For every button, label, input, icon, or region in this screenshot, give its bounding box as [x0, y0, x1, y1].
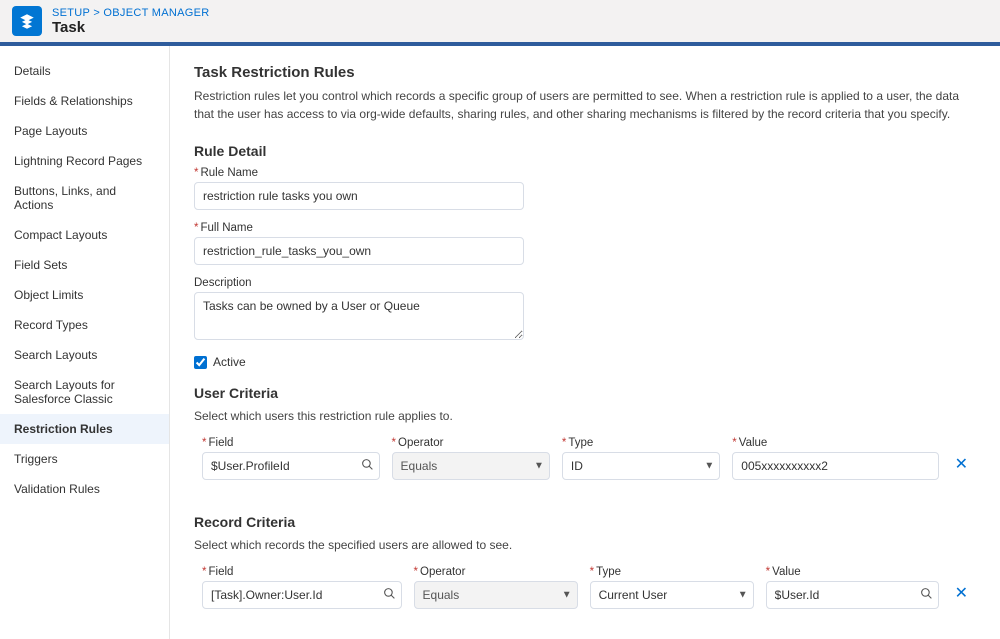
sidebar-item-field-sets[interactable]: Field Sets [0, 250, 169, 280]
sidebar-item-triggers[interactable]: Triggers [0, 444, 169, 474]
rc-field-label: *Field [202, 566, 402, 578]
uc-field-input[interactable] [202, 452, 380, 480]
intro-text: Restriction rules let you control which … [194, 87, 972, 123]
record-criteria-desc: Select which records the specified users… [194, 538, 972, 552]
sidebar-item-search-layouts-for-salesforce-classic[interactable]: Search Layouts for Salesforce Classic [0, 370, 169, 414]
rc-value-input[interactable] [766, 581, 939, 609]
sidebar-item-page-layouts[interactable]: Page Layouts [0, 116, 169, 146]
user-criteria-heading: User Criteria [194, 385, 972, 401]
description-input[interactable]: Tasks can be owned by a User or Queue [194, 292, 524, 340]
search-icon[interactable] [383, 587, 396, 603]
rule-detail-heading: Rule Detail [194, 143, 972, 159]
uc-field-label: *Field [202, 437, 380, 449]
sidebar-item-fields-relationships[interactable]: Fields & Relationships [0, 86, 169, 116]
section-title: Task Restriction Rules [194, 64, 972, 81]
uc-operator-select[interactable]: Equals [392, 452, 550, 480]
rc-type-label: *Type [590, 566, 754, 578]
object-icon [12, 6, 42, 36]
search-icon[interactable] [361, 458, 374, 474]
rule-name-input[interactable] [194, 182, 524, 210]
active-checkbox[interactable] [194, 356, 207, 369]
rc-type-select[interactable]: Current User [590, 581, 754, 609]
record-criteria-heading: Record Criteria [194, 514, 972, 530]
rc-field-input[interactable] [202, 581, 402, 609]
uc-type-label: *Type [562, 437, 720, 449]
rc-value-label: *Value [766, 566, 939, 578]
uc-value-input[interactable] [732, 452, 938, 480]
uc-operator-label: *Operator [392, 437, 550, 449]
sidebar-item-validation-rules[interactable]: Validation Rules [0, 474, 169, 504]
sidebar-item-compact-layouts[interactable]: Compact Layouts [0, 220, 169, 250]
sidebar-item-buttons-links-and-actions[interactable]: Buttons, Links, and Actions [0, 176, 169, 220]
rule-name-label: *Rule Name [194, 167, 524, 179]
page-title: Task [52, 19, 209, 36]
sidebar-item-restriction-rules[interactable]: Restriction Rules [0, 414, 169, 444]
sidebar-item-lightning-record-pages[interactable]: Lightning Record Pages [0, 146, 169, 176]
page-header: SETUP > OBJECT MANAGER Task [0, 0, 1000, 46]
sidebar-item-search-layouts[interactable]: Search Layouts [0, 340, 169, 370]
uc-remove-button[interactable]: ✕ [951, 448, 972, 480]
rc-operator-label: *Operator [414, 566, 578, 578]
user-criteria-desc: Select which users this restriction rule… [194, 409, 972, 423]
layers-icon [18, 12, 36, 30]
uc-type-select[interactable]: ID [562, 452, 720, 480]
uc-value-label: *Value [732, 437, 938, 449]
rc-operator-select[interactable]: Equals [414, 581, 578, 609]
description-label: Description [194, 277, 524, 289]
full-name-label: *Full Name [194, 222, 524, 234]
sidebar-nav: DetailsFields & RelationshipsPage Layout… [0, 46, 170, 639]
search-icon[interactable] [920, 587, 933, 603]
sidebar-item-object-limits[interactable]: Object Limits [0, 280, 169, 310]
active-label: Active [213, 355, 246, 369]
full-name-input[interactable] [194, 237, 524, 265]
sidebar-item-details[interactable]: Details [0, 56, 169, 86]
rc-remove-button[interactable]: ✕ [951, 577, 972, 609]
main-content: Task Restriction Rules Restriction rules… [170, 46, 1000, 639]
sidebar-item-record-types[interactable]: Record Types [0, 310, 169, 340]
breadcrumb[interactable]: SETUP > OBJECT MANAGER [52, 7, 209, 19]
